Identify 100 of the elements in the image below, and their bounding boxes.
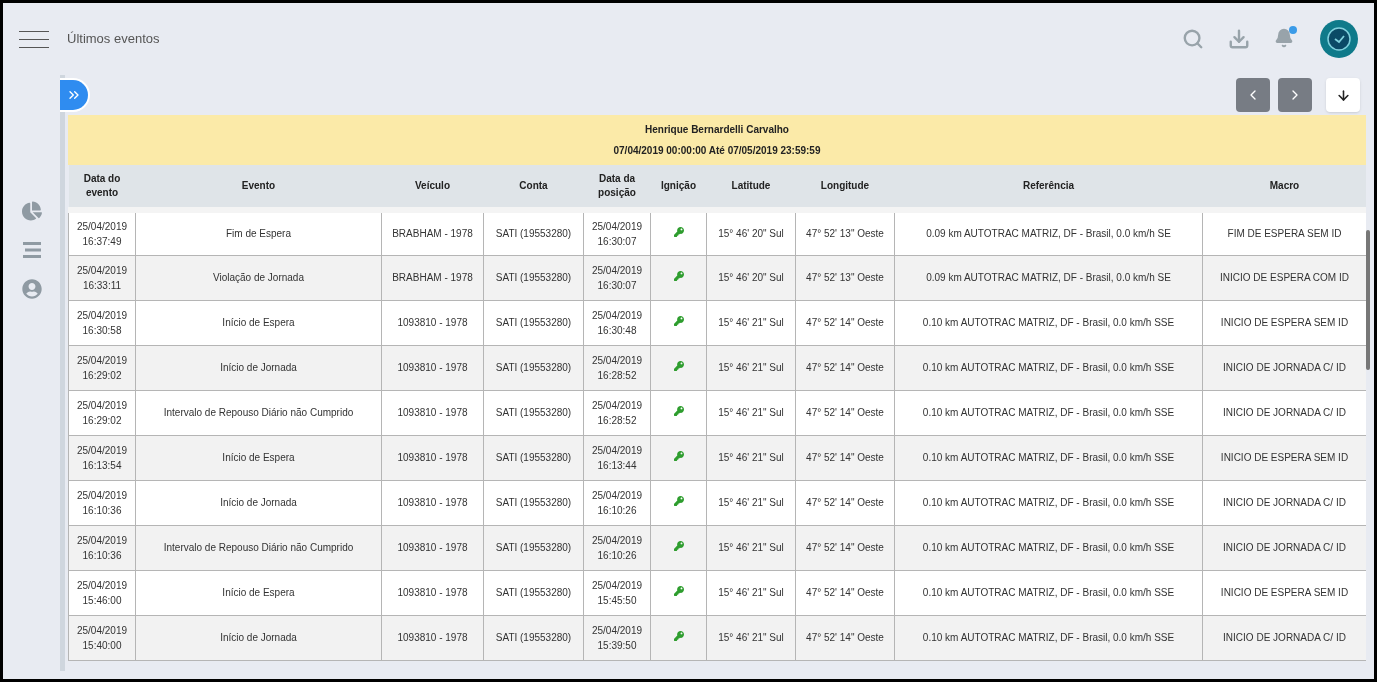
account-cell: SATI (19553280) [495, 228, 572, 240]
macro-cell: FIM DE ESPERA SEM ID [1227, 228, 1342, 240]
longitude-cell: 47° 52' 14" Oeste [806, 407, 884, 418]
date-cell-text: 25/04/2019 16:29:02 [75, 353, 129, 383]
column-header[interactable]: Macro [1202, 165, 1366, 210]
latitude-cell: 15° 46' 21" Sul [718, 452, 784, 463]
position-date-cell-text: 25/04/2019 16:28:52 [590, 353, 644, 383]
column-header[interactable]: Veículo [381, 165, 484, 210]
column-header[interactable]: Data do evento [68, 165, 136, 210]
reference-cell: 0.09 km AUTOTRAC MATRIZ, DF - Brasil, 0.0 km/h SE [926, 228, 1171, 240]
latitude-cell: 15° 46' 20" Sul [718, 272, 784, 283]
macro-cell: INICIO DE ESPERA COM ID [1220, 272, 1349, 283]
avatar[interactable] [1320, 20, 1358, 58]
arrow-down-icon [1335, 87, 1351, 103]
reference-cell: 0.10 km AUTOTRAC MATRIZ, DF - Brasil, 0.0 km/h SSE [922, 497, 1175, 508]
macro-cell: INICIO DE JORNADA C/ ID [1223, 407, 1346, 418]
account-cell: SATI (19553280) [495, 452, 572, 463]
date-cell-text: 25/04/2019 16:13:54 [75, 443, 129, 473]
reference-cell: 0.10 km AUTOTRAC MATRIZ, DF - Brasil, 0.0 km/h SSE [922, 452, 1175, 463]
next-button[interactable] [1278, 78, 1312, 112]
vehicle-cell: 1093810 - 1978 [397, 362, 468, 373]
position-date-cell-text: 25/04/2019 16:10:26 [590, 488, 644, 518]
account-cell: SATI (19553280) [495, 362, 572, 373]
latitude-cell: 15° 46' 21" Sul [718, 587, 784, 598]
column-header[interactable]: Conta [483, 165, 584, 210]
position-date-cell-text: 25/04/2019 16:30:07 [590, 219, 644, 249]
latitude-cell: 15° 46' 21" Sul [718, 632, 784, 643]
event-cell: Fim de Espera [226, 228, 291, 240]
vehicle-cell: 1093810 - 1978 [397, 407, 468, 418]
chart-icon[interactable] [21, 201, 42, 221]
longitude-cell: 47° 52' 13" Oeste [806, 272, 884, 283]
menu-icon[interactable] [19, 30, 49, 48]
date-cell-text: 25/04/2019 15:40:00 [75, 623, 129, 653]
date-cell-text: 25/04/2019 16:10:36 [75, 533, 129, 563]
macro-cell: INICIO DE JORNADA C/ ID [1223, 542, 1346, 553]
position-date-cell-text: 25/04/2019 16:28:52 [590, 398, 644, 428]
download-button[interactable] [1326, 78, 1360, 112]
download-icon[interactable] [1228, 28, 1250, 50]
column-header[interactable]: Longitude [795, 165, 895, 210]
event-cell: Intervalo de Repouso Diário não Cumprido [163, 542, 354, 553]
reference-cell: 0.10 km AUTOTRAC MATRIZ, DF - Brasil, 0.0 km/h SSE [922, 362, 1175, 373]
position-date-cell-text: 25/04/2019 16:30:07 [590, 263, 644, 293]
vehicle-cell: BRABHAM - 1978 [392, 272, 473, 283]
macro-cell: INICIO DE ESPERA SEM ID [1220, 587, 1349, 598]
vehicle-cell: 1093810 - 1978 [397, 317, 468, 328]
longitude-cell: 47° 52' 14" Oeste [806, 632, 884, 643]
expand-button[interactable] [60, 78, 90, 112]
reference-cell: 0.10 km AUTOTRAC MATRIZ, DF - Brasil, 0.0 km/h SSE [922, 407, 1175, 418]
reference-cell: 0.10 km AUTOTRAC MATRIZ, DF - Brasil, 0.0 km/h SSE [922, 542, 1175, 553]
event-cell: Intervalo de Repouso Diário não Cumprido [163, 407, 354, 418]
macro-cell: INICIO DE JORNADA C/ ID [1223, 362, 1346, 373]
page-title: Últimos eventos [67, 30, 160, 49]
longitude-cell: 47° 52' 13" Oeste [806, 228, 884, 240]
macro-cell: INICIO DE JORNADA C/ ID [1223, 632, 1346, 643]
date-cell-text: 25/04/2019 15:46:00 [75, 578, 129, 608]
date-cell-text: 25/04/2019 16:30:58 [75, 308, 129, 338]
report-period: 07/04/2019 00:00:00 Até 07/05/2019 23:59:59 [613, 144, 821, 158]
macro-cell: INICIO DE JORNADA C/ ID [1223, 497, 1346, 508]
macro-cell: INICIO DE ESPERA SEM ID [1220, 317, 1349, 328]
search-icon[interactable] [1182, 28, 1204, 50]
account-cell: SATI (19553280) [495, 407, 572, 418]
date-cell-text: 25/04/2019 16:33:11 [75, 263, 129, 293]
event-cell: Início de Espera [222, 317, 295, 328]
column-header[interactable]: Data da posição [583, 165, 651, 210]
vehicle-cell: 1093810 - 1978 [397, 497, 468, 508]
column-header[interactable]: Evento [135, 165, 382, 210]
reference-cell: 0.09 km AUTOTRAC MATRIZ, DF - Brasil, 0.0 km/h SE [926, 272, 1171, 283]
vehicle-cell: 1093810 - 1978 [397, 587, 468, 598]
date-cell-text: 25/04/2019 16:10:36 [75, 488, 129, 518]
notification-icon[interactable] [1274, 28, 1296, 50]
account-cell: SATI (19553280) [495, 542, 572, 553]
reference-cell: 0.10 km AUTOTRAC MATRIZ, DF - Brasil, 0.0 km/h SSE [922, 632, 1175, 643]
scrollbar[interactable] [1366, 230, 1370, 370]
vehicle-cell: 1093810 - 1978 [397, 542, 468, 553]
column-header[interactable]: Referência [894, 165, 1203, 210]
account-cell: SATI (19553280) [495, 587, 572, 598]
list-icon[interactable] [22, 241, 41, 259]
latitude-cell: 15° 46' 21" Sul [718, 362, 784, 373]
user-icon[interactable] [21, 279, 42, 299]
position-date-cell-text: 25/04/2019 15:45:50 [590, 578, 644, 608]
reference-cell: 0.10 km AUTOTRAC MATRIZ, DF - Brasil, 0.0 km/h SSE [922, 317, 1175, 328]
latitude-cell: 15° 46' 21" Sul [718, 497, 784, 508]
position-date-cell-text: 25/04/2019 15:39:50 [590, 623, 644, 653]
longitude-cell: 47° 52' 14" Oeste [806, 587, 884, 598]
account-cell: SATI (19553280) [495, 317, 572, 328]
position-date-cell-text: 25/04/2019 16:30:48 [590, 308, 644, 338]
latitude-cell: 15° 46' 21" Sul [718, 542, 784, 553]
column-header[interactable]: Ignição [650, 165, 707, 210]
vehicle-cell: 1093810 - 1978 [397, 632, 468, 643]
previous-button[interactable] [1236, 78, 1270, 112]
account-cell: SATI (19553280) [495, 497, 572, 508]
event-cell: Início de Jornada [220, 632, 297, 643]
position-date-cell-text: 25/04/2019 16:10:26 [590, 533, 644, 563]
account-cell: SATI (19553280) [495, 632, 572, 643]
longitude-cell: 47° 52' 14" Oeste [806, 542, 884, 553]
longitude-cell: 47° 52' 14" Oeste [806, 497, 884, 508]
date-cell-text: 25/04/2019 16:29:02 [75, 398, 129, 428]
column-header[interactable]: Latitude [706, 165, 796, 210]
longitude-cell: 47° 52' 14" Oeste [806, 317, 884, 328]
latitude-cell: 15° 46' 21" Sul [718, 317, 784, 328]
